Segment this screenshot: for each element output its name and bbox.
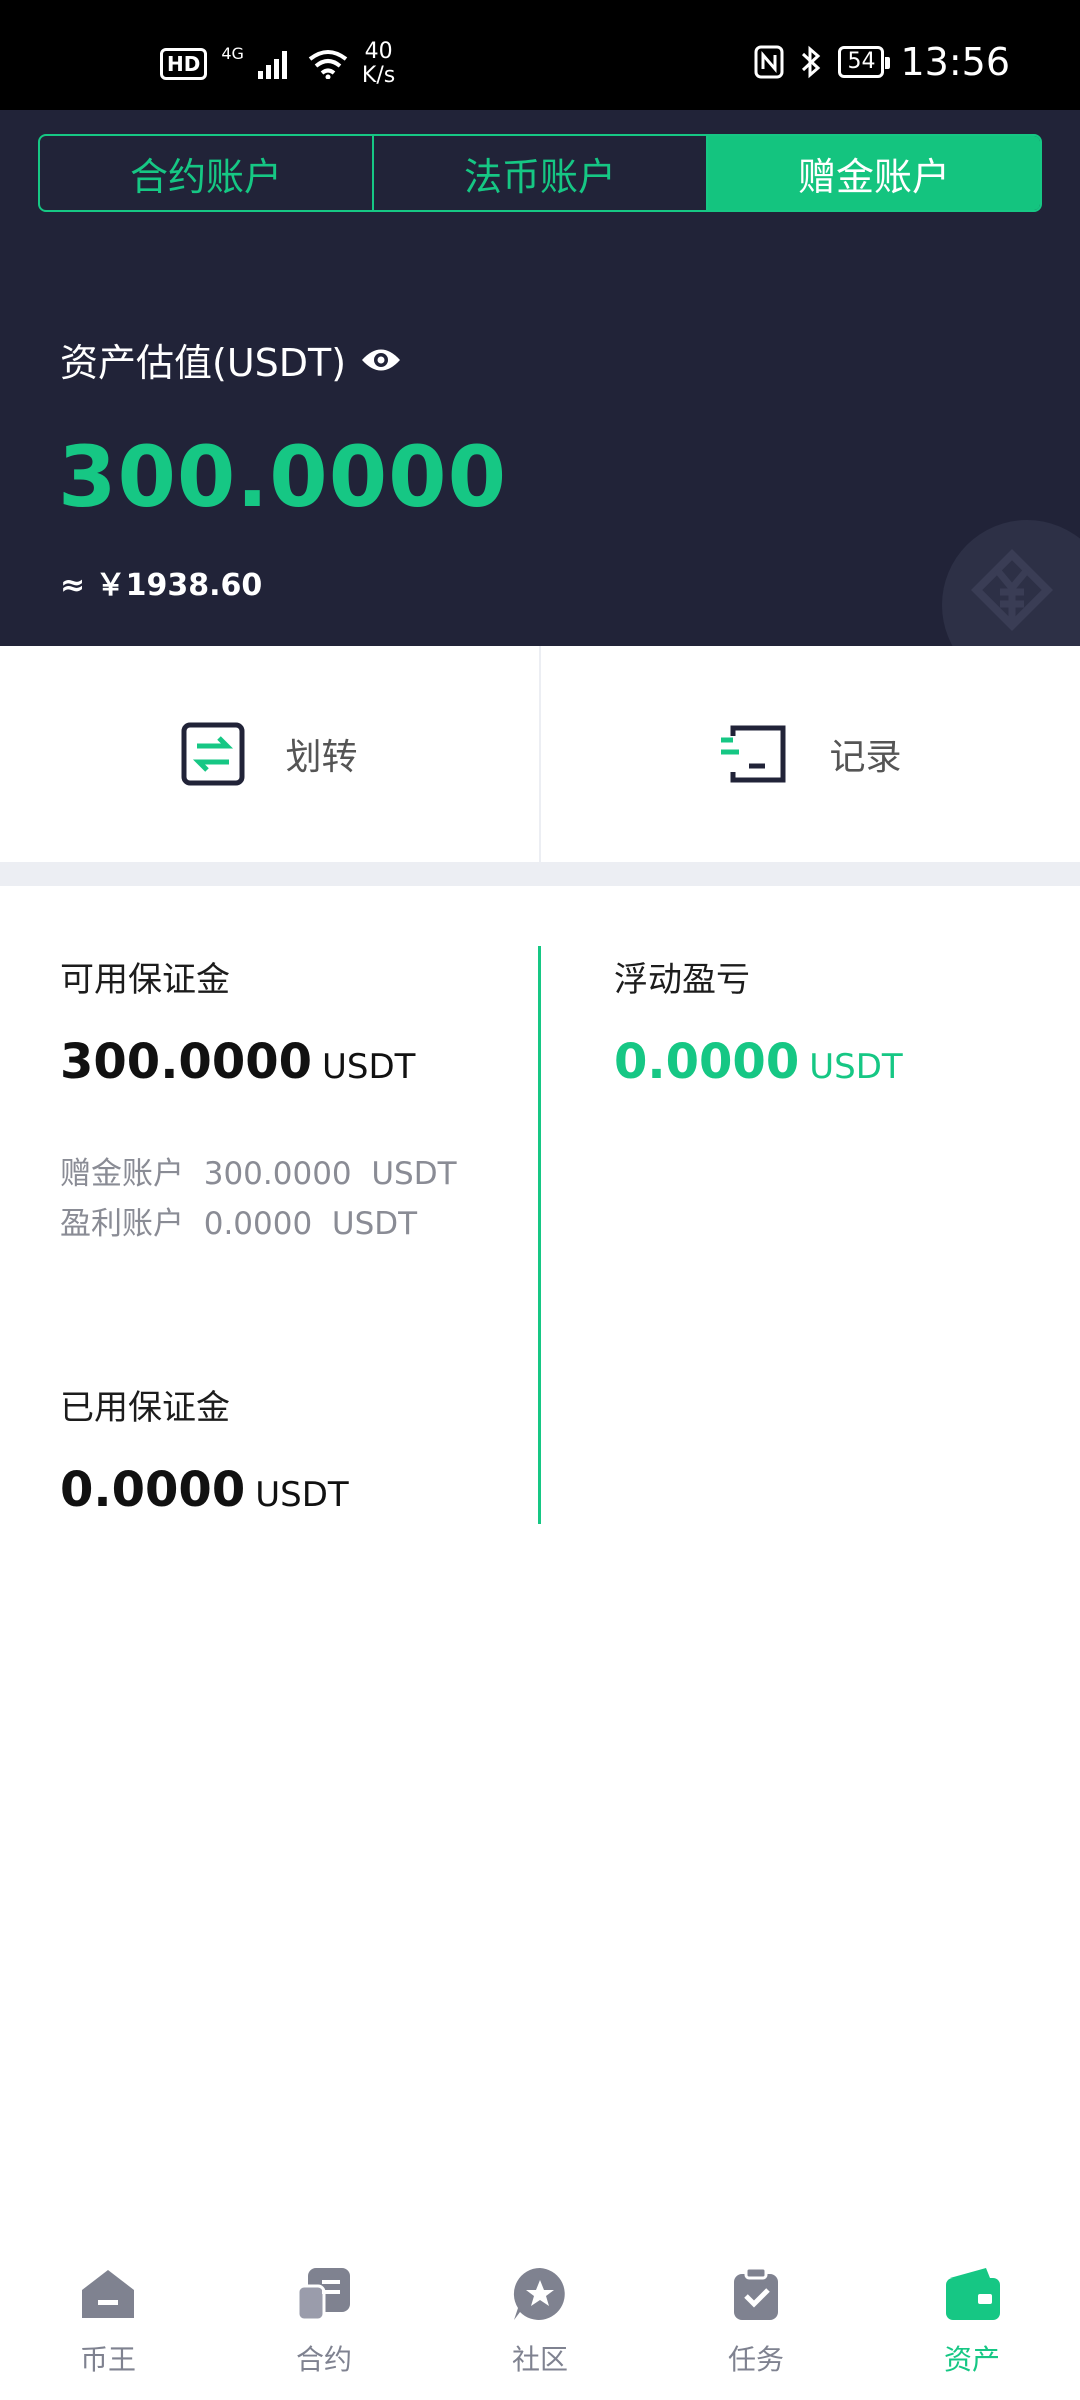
bluetooth-icon bbox=[802, 45, 821, 79]
available-margin-unit: USDT bbox=[322, 1047, 416, 1087]
asset-estimate-value: 300.0000 bbox=[58, 428, 508, 526]
profit-account-value: 0.0000 bbox=[203, 1206, 313, 1242]
bonus-account-row: 赠金账户 300.0000 USDT bbox=[60, 1148, 457, 1193]
nav-label-community: 社区 bbox=[511, 2343, 568, 2376]
nav-label-assets: 资产 bbox=[943, 2343, 1000, 2376]
nfc-icon bbox=[754, 45, 784, 79]
status-left: HD 4G 40 K/s bbox=[160, 40, 395, 88]
available-margin-label: 可用保证金 bbox=[60, 960, 230, 1000]
used-margin-label: 已用保证金 bbox=[60, 1388, 230, 1428]
nav-item-tasks[interactable]: 任务 bbox=[648, 2240, 864, 2400]
tab-contract-account[interactable]: 合约账户 bbox=[40, 136, 374, 210]
records-label: 记录 bbox=[829, 737, 902, 778]
records-button[interactable]: 记录 bbox=[541, 646, 1080, 862]
action-row: 划转 记录 bbox=[0, 646, 1080, 862]
records-icon bbox=[721, 725, 786, 783]
nav-item-contract[interactable]: 合约 bbox=[216, 2240, 432, 2400]
transfer-label: 划转 bbox=[285, 737, 358, 778]
network-speed: 40 K/s bbox=[362, 40, 395, 88]
column-divider bbox=[538, 946, 541, 1524]
nav-label-contract: 合约 bbox=[295, 2343, 352, 2376]
asset-estimate-cny: ≈ ￥1938.60 bbox=[60, 568, 263, 603]
yuan-watermark-icon bbox=[942, 520, 1080, 646]
nav-item-community[interactable]: 社区 bbox=[432, 2240, 648, 2400]
account-tabs: 合约账户 法币账户 赠金账户 bbox=[38, 134, 1042, 212]
profit-account-row: 盈利账户 0.0000 USDT bbox=[60, 1198, 417, 1243]
floating-pnl-unit: USDT bbox=[809, 1047, 903, 1087]
bonus-account-unit: USDT bbox=[371, 1156, 457, 1192]
eye-icon[interactable] bbox=[360, 345, 402, 375]
available-margin-value-row: 300.0000 USDT bbox=[60, 1034, 415, 1090]
star-icon bbox=[513, 2267, 565, 2320]
clock: 13:56 bbox=[900, 40, 1010, 84]
battery-indicator: 54 bbox=[838, 46, 891, 78]
task-icon bbox=[734, 2266, 778, 2320]
wifi-icon bbox=[308, 50, 348, 79]
home-icon bbox=[82, 2270, 134, 2318]
used-margin-unit: USDT bbox=[255, 1475, 349, 1515]
asset-estimate-label-row: 资产估值(USDT) bbox=[60, 332, 402, 387]
transfer-button[interactable]: 划转 bbox=[0, 646, 541, 862]
nav-item-assets[interactable]: 资产 bbox=[864, 2240, 1080, 2400]
available-margin-value: 300.0000 bbox=[60, 1034, 313, 1090]
asset-header: 合约账户 法币账户 赠金账户 资产估值(USDT) 300.0000 ≈ ￥19… bbox=[0, 110, 1080, 646]
bonus-account-value: 300.0000 bbox=[203, 1156, 352, 1192]
tab-fiat-account[interactable]: 法币账户 bbox=[374, 136, 708, 210]
profit-account-unit: USDT bbox=[331, 1206, 418, 1242]
profit-account-label: 盈利账户 bbox=[60, 1206, 184, 1242]
hd-badge: HD bbox=[160, 48, 208, 80]
asset-estimate-label: 资产估值(USDT) bbox=[60, 341, 347, 385]
contract-icon bbox=[296, 2268, 350, 2322]
speed-unit: K/s bbox=[361, 63, 396, 88]
status-right: 54 13:56 bbox=[754, 40, 1010, 84]
signal-icon bbox=[257, 51, 287, 79]
nav-label-home: 币王 bbox=[79, 2343, 136, 2376]
bottom-nav: 币王 合约 社区 任务 资产 bbox=[0, 2240, 1080, 2400]
wallet-icon bbox=[946, 2268, 1000, 2320]
speed-value: 40 bbox=[364, 39, 393, 64]
tab-bonus-account[interactable]: 赠金账户 bbox=[708, 136, 1040, 210]
status-bar: HD 4G 40 K/s 54 13:56 bbox=[0, 0, 1080, 110]
section-divider bbox=[0, 862, 1080, 886]
nav-item-home[interactable]: 币王 bbox=[0, 2240, 216, 2400]
nav-label-tasks: 任务 bbox=[727, 2343, 784, 2376]
floating-pnl-value: 0.0000 bbox=[614, 1034, 800, 1090]
floating-pnl-value-row: 0.0000 USDT bbox=[614, 1034, 903, 1090]
used-margin-value-row: 0.0000 USDT bbox=[60, 1462, 349, 1518]
network-type: 4G bbox=[221, 44, 244, 63]
transfer-icon bbox=[181, 722, 245, 786]
used-margin-value: 0.0000 bbox=[60, 1462, 246, 1518]
bonus-account-label: 赠金账户 bbox=[60, 1156, 184, 1192]
floating-pnl-label: 浮动盈亏 bbox=[614, 960, 750, 1000]
